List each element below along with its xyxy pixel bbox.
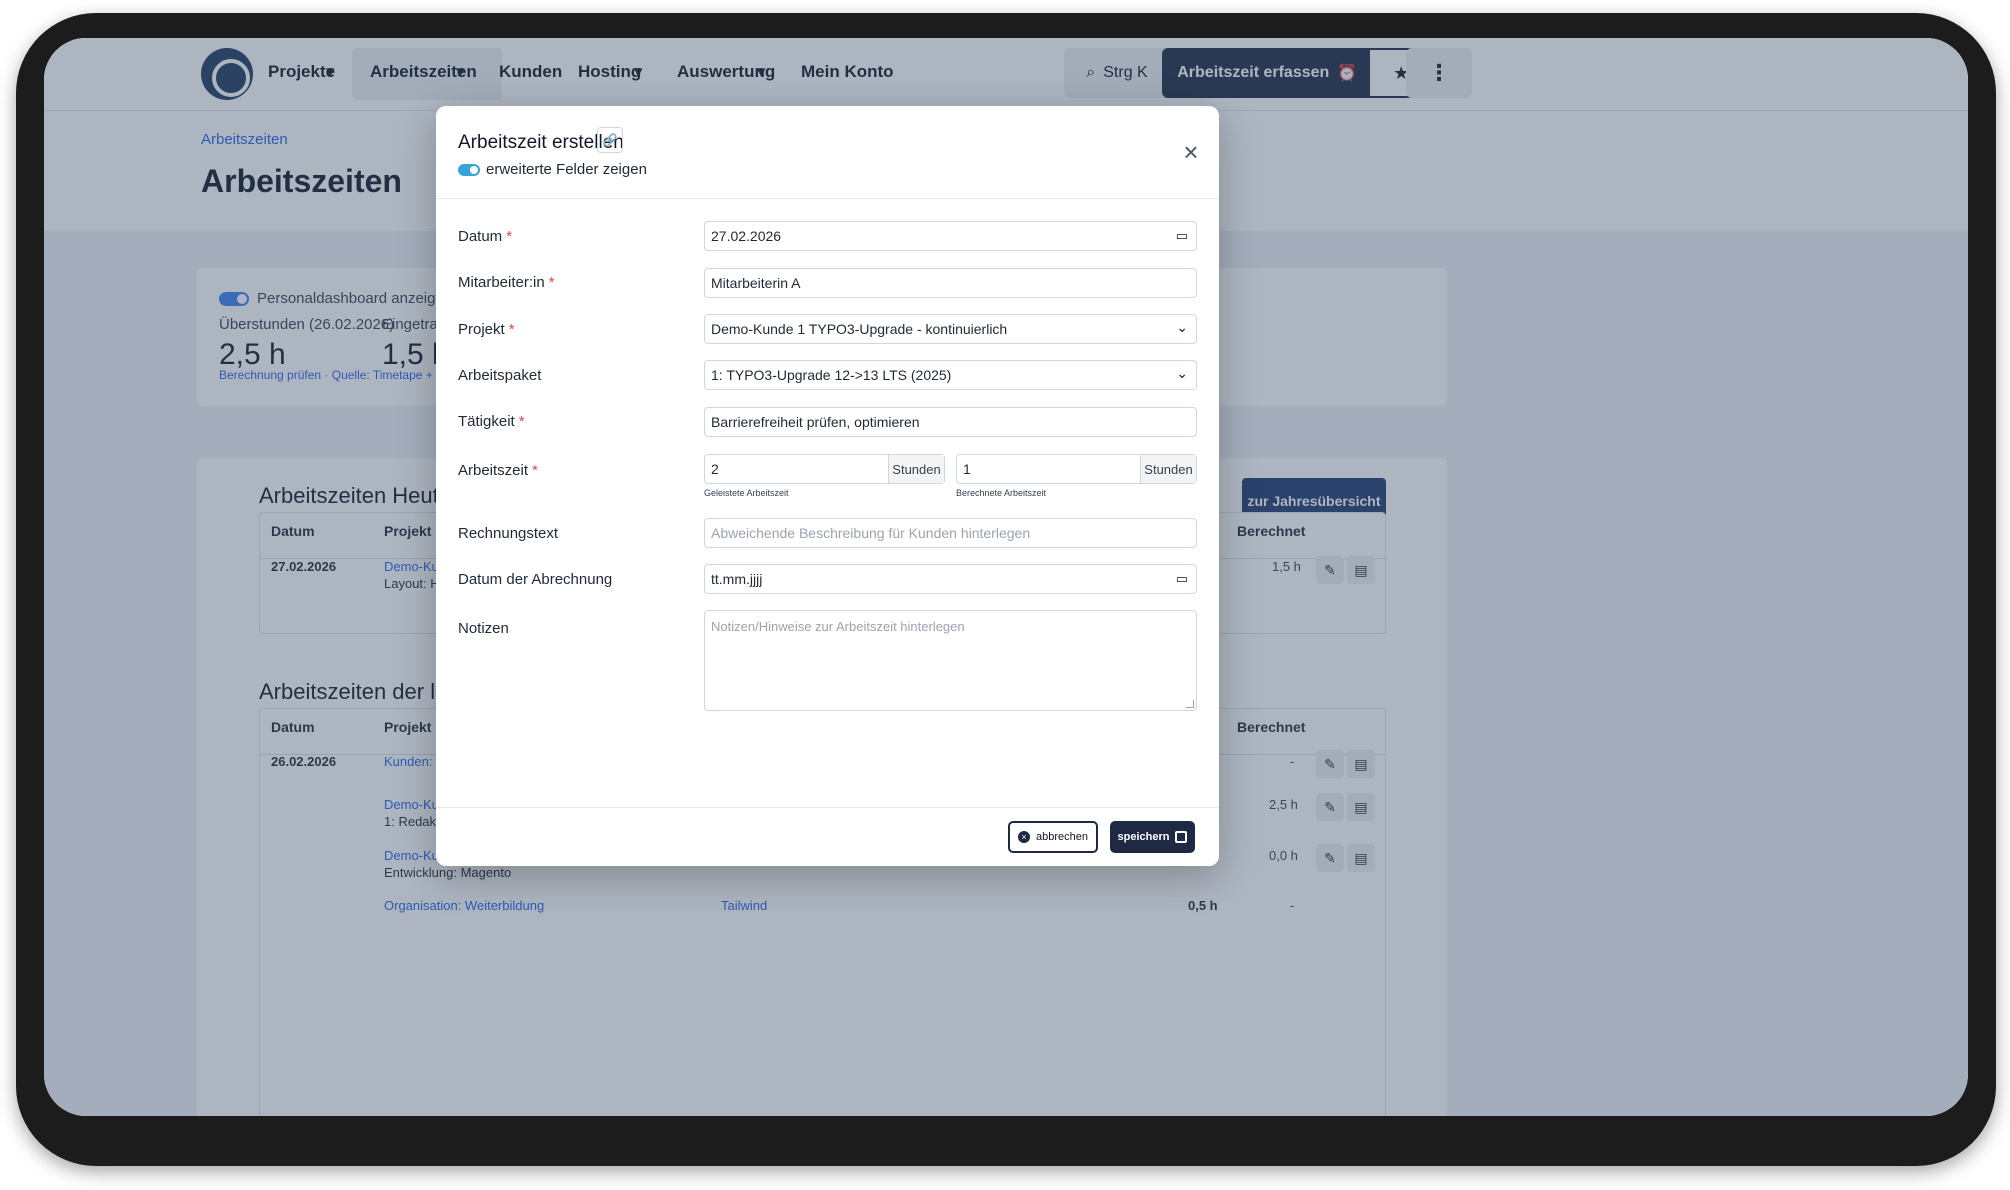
abrechnung-label: Datum der Abrechnung (458, 571, 613, 588)
arbeitspaket-select[interactable]: 1: TYPO3-Upgrade 12->13 LTS (2025) ⌄ (704, 360, 1197, 390)
required-marker: * (518, 413, 525, 430)
save-button[interactable]: speichern (1110, 821, 1195, 853)
arbeitspaket-label: Arbeitspaket (458, 367, 542, 384)
cancel-button[interactable]: × abbrechen (1008, 821, 1098, 853)
worked-hours-input[interactable]: 2 Stunden (704, 454, 945, 484)
taetigkeit-label: Tätigkeit * (458, 413, 525, 430)
mitarbeiter-label-text: Mitarbeiter:in (458, 274, 545, 291)
close-button[interactable]: × (1179, 137, 1203, 167)
worked-hours-value: 2 (711, 461, 719, 477)
save-label: speichern (1117, 831, 1170, 843)
create-worktime-modal: Arbeitszeit erstellen 🔗 erweiterte Felde… (436, 106, 1219, 866)
rechnungstext-input[interactable]: Abweichende Beschreibung für Kunden hint… (704, 518, 1197, 548)
projekt-value: Demo-Kunde 1 TYPO3-Upgrade - kontinuierl… (711, 321, 1008, 337)
arbeitszeit-label-text: Arbeitszeit (458, 462, 529, 479)
notizen-textarea[interactable]: Notizen/Hinweise zur Arbeitszeit hinterl… (704, 610, 1197, 711)
arbeitspaket-value: 1: TYPO3-Upgrade 12->13 LTS (2025) (711, 367, 952, 383)
required-marker: * (532, 462, 538, 479)
projekt-label-text: Projekt (458, 321, 505, 338)
datum-input[interactable]: 27.02.2026 ▭ (704, 221, 1197, 251)
extended-fields-toggle-row[interactable]: erweiterte Felder zeigen (458, 161, 647, 178)
device-frame: Projekte ▾ Arbeitszeiten ▾ Kunden Hostin… (16, 13, 1996, 1166)
extended-fields-label: erweiterte Felder zeigen (486, 161, 647, 178)
datum-value: 27.02.2026 (711, 228, 782, 244)
taetigkeit-value: Barrierefreiheit prüfen, optimieren (711, 414, 920, 430)
resize-handle[interactable] (1186, 700, 1194, 708)
arbeitszeit-label: Arbeitszeit * (458, 462, 538, 479)
projekt-select[interactable]: Demo-Kunde 1 TYPO3-Upgrade - kontinuierl… (704, 314, 1197, 344)
screen: Projekte ▾ Arbeitszeiten ▾ Kunden Hostin… (44, 38, 1968, 1116)
billed-hours-input[interactable]: 1 Stunden (956, 454, 1197, 484)
projekt-label: Projekt * (458, 321, 515, 338)
notizen-label: Notizen (458, 620, 509, 637)
notizen-placeholder: Notizen/Hinweise zur Arbeitszeit hinterl… (711, 619, 965, 634)
required-marker: * (506, 228, 513, 245)
billed-hours-hint: Berechnete Arbeitszeit (956, 488, 1047, 498)
modal-header: Arbeitszeit erstellen 🔗 erweiterte Felde… (436, 106, 1219, 199)
mitarbeiter-input[interactable]: Mitarbeiterin A (704, 268, 1197, 298)
modal-footer-divider (436, 807, 1219, 808)
datum-label-text: Datum (458, 228, 503, 245)
floppy-disk-icon (1175, 831, 1188, 843)
rechnungstext-label: Rechnungstext (458, 525, 559, 542)
calendar-icon[interactable]: ▭ (1176, 571, 1188, 587)
worked-hours-unit: Stunden (888, 455, 944, 483)
copy-link-button[interactable]: 🔗 (597, 127, 623, 153)
datum-label: Datum * (458, 228, 512, 245)
chevron-down-icon: ⌄ (1176, 319, 1188, 335)
close-icon: × (1183, 137, 1199, 167)
cancel-circle-icon: × (1018, 831, 1030, 843)
required-marker: * (548, 274, 555, 291)
taetigkeit-label-text: Tätigkeit (458, 413, 515, 430)
abrechnung-placeholder: tt.mm.jjjj (711, 571, 763, 587)
abrechnung-date-input[interactable]: tt.mm.jjjj ▭ (704, 564, 1197, 594)
cancel-label: abbrechen (1036, 831, 1088, 843)
mitarbeiter-label: Mitarbeiter:in * (458, 274, 555, 291)
billed-hours-value: 1 (963, 461, 971, 477)
worked-hours-hint: Geleistete Arbeitszeit (704, 488, 789, 498)
rechnungstext-placeholder: Abweichende Beschreibung für Kunden hint… (711, 525, 1031, 541)
billed-hours-unit: Stunden (1140, 455, 1196, 483)
extended-fields-toggle[interactable] (458, 163, 480, 176)
chevron-down-icon: ⌄ (1176, 365, 1188, 381)
link-icon: 🔗 (602, 133, 618, 147)
required-marker: * (508, 321, 515, 338)
calendar-icon[interactable]: ▭ (1176, 228, 1188, 244)
mitarbeiter-value: Mitarbeiterin A (711, 275, 801, 291)
taetigkeit-input[interactable]: Barrierefreiheit prüfen, optimieren (704, 407, 1197, 437)
